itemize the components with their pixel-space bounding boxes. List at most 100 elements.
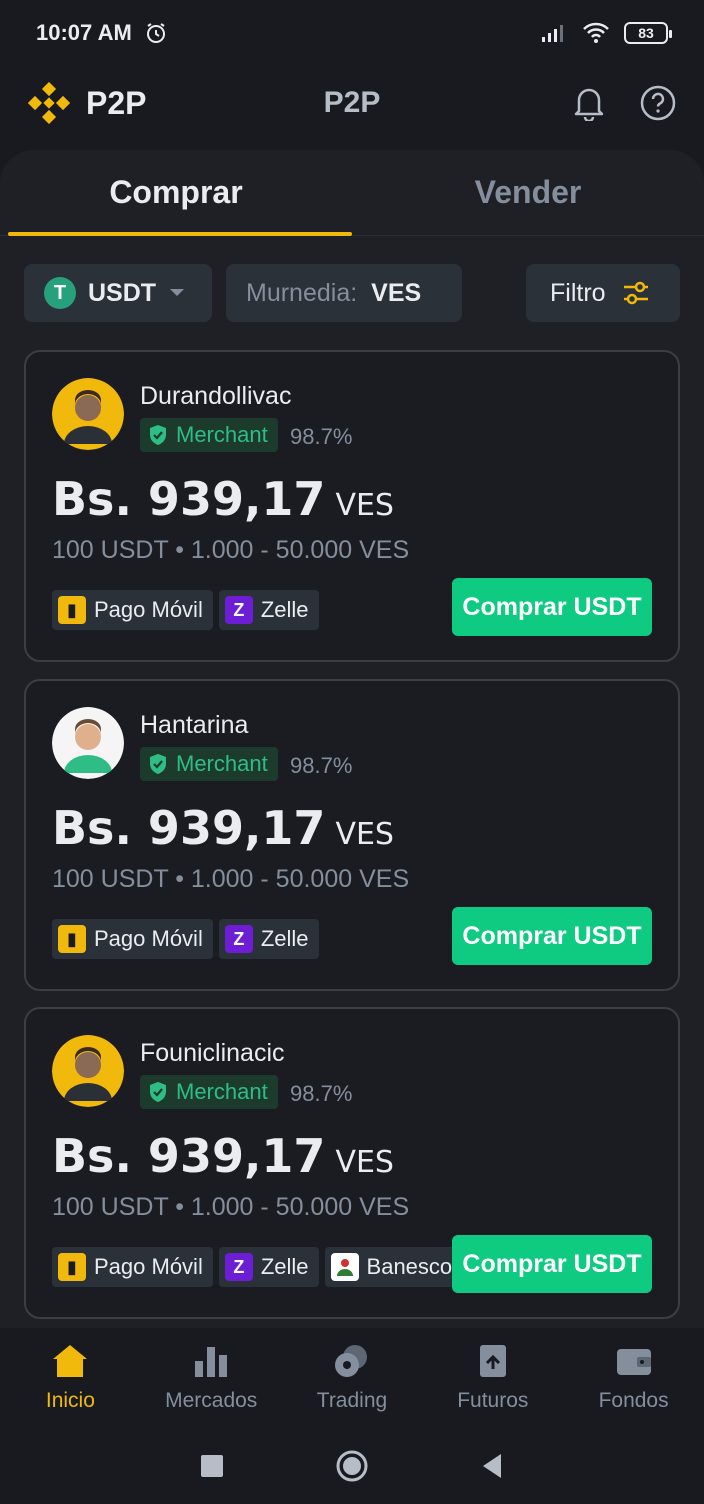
order-limits: 100 USDT • 1.000 - 50.000 VES <box>52 1193 410 1221</box>
zelle-icon: Z <box>224 596 253 624</box>
bottom-nav: Inicio Mercados Trading Futuros Fondos <box>0 1328 704 1428</box>
buy-usdt-button[interactable]: Comprar USDT <box>452 1235 652 1293</box>
payment-method-label: Pago Móvil <box>94 926 203 951</box>
payment-method-zelle: Z Zelle <box>218 1247 319 1287</box>
shield-check-icon <box>150 1082 166 1102</box>
price: Bs. 939,17 VES <box>52 801 394 855</box>
price-amount: Bs. 939,17 <box>52 801 326 855</box>
avatar <box>52 707 124 779</box>
payment-methods: ▮ Pago Móvil Z Zelle <box>52 590 319 630</box>
trading-icon <box>334 1345 367 1377</box>
merchant-badge: Merchant <box>140 418 278 452</box>
trader-name[interactable]: Durandollivac <box>140 382 291 411</box>
payment-method-label: Zelle <box>260 1254 309 1279</box>
completion-rate: 98.7% <box>290 753 353 778</box>
payment-method-label: Zelle <box>260 926 309 951</box>
payment-method-zelle: Z Zelle <box>218 919 319 959</box>
bar-chart-icon <box>195 1347 228 1377</box>
price-currency: VES <box>335 488 394 523</box>
order-limits: 100 USDT • 1.000 - 50.000 VES <box>52 536 410 564</box>
payment-method-label: Pago Móvil <box>94 597 203 622</box>
shield-check-icon <box>150 425 166 445</box>
banesco-icon <box>330 1253 359 1281</box>
tab-comprar[interactable]: Comprar <box>0 150 352 236</box>
trader-name[interactable]: Hantarina <box>140 711 248 740</box>
nav-label: Futuros <box>457 1389 529 1412</box>
battery-level: 83 <box>638 25 654 41</box>
nav-label: Trading <box>316 1389 388 1412</box>
nav-label: Fondos <box>598 1389 669 1412</box>
price-amount: Bs. 939,17 <box>52 1129 326 1183</box>
zelle-icon: Z <box>224 925 253 953</box>
zelle-icon: Z <box>224 1253 253 1281</box>
nav-item-futuros[interactable]: Futuros <box>422 1328 563 1428</box>
chevron-down-icon <box>170 289 185 296</box>
price-currency: VES <box>335 1145 394 1180</box>
filter-label: Filtro <box>550 278 606 307</box>
nav-item-mercados[interactable]: Mercados <box>141 1328 282 1428</box>
content-sheet: Comprar Vender T USDT Murnedia: VES Filt… <box>0 150 704 1328</box>
battery-indicator: 83 <box>624 22 672 44</box>
sliders-icon <box>623 281 648 305</box>
trade-tabs: Comprar Vender <box>0 150 704 236</box>
status-bar: 10:07 AM 83 <box>0 0 704 66</box>
coin-selector[interactable]: T USDT <box>24 264 212 322</box>
recents-icon[interactable] <box>199 1453 225 1479</box>
payment-method-pago-movil: ▮ Pago Móvil <box>52 1247 213 1287</box>
payment-method-label: Pago Móvil <box>94 1254 203 1279</box>
nav-item-trading[interactable]: Trading <box>282 1328 423 1428</box>
pago-movil-icon: ▮ <box>58 596 86 624</box>
wifi-icon <box>583 22 609 43</box>
help-icon[interactable] <box>640 85 676 121</box>
offer-card: Hantarina Merchant 98.7% Bs. 939,17 VES … <box>24 679 680 991</box>
completion-rate: 98.7% <box>290 1081 353 1106</box>
tab-vender[interactable]: Vender <box>352 150 704 235</box>
filter-bar: T USDT Murnedia: VES Filtro <box>24 264 680 322</box>
nav-label: Mercados <box>165 1389 258 1412</box>
pago-movil-icon: ▮ <box>58 1253 86 1281</box>
merchant-label: Merchant <box>176 751 268 776</box>
header-brand: P2P <box>86 84 147 121</box>
trader-name[interactable]: Founiclinacic <box>140 1039 285 1068</box>
system-nav-bar <box>0 1428 704 1504</box>
currency-selector[interactable]: Murnedia: VES <box>226 264 462 322</box>
payment-method-pago-movil: ▮ Pago Móvil <box>52 919 213 959</box>
merchant-label: Merchant <box>176 1079 268 1104</box>
futures-icon <box>479 1345 506 1377</box>
nav-item-fondos[interactable]: Fondos <box>563 1328 704 1428</box>
signal-icon <box>542 25 563 42</box>
status-right: 83 <box>540 22 672 44</box>
status-time: 10:07 AM <box>36 20 132 45</box>
price: Bs. 939,17 VES <box>52 1129 394 1183</box>
currency-label: Murnedia: <box>246 278 358 307</box>
alarm-icon <box>146 23 165 43</box>
payment-methods: ▮ Pago Móvil Z Zelle <box>52 919 319 959</box>
payment-methods: ▮ Pago Móvil Z Zelle Banesco <box>52 1247 463 1287</box>
buy-usdt-button[interactable]: Comprar USDT <box>452 907 652 965</box>
avatar <box>52 378 124 450</box>
buy-usdt-button[interactable]: Comprar USDT <box>452 578 652 636</box>
payment-method-banesco: Banesco <box>324 1247 463 1287</box>
payment-method-label: Banesco <box>366 1254 453 1279</box>
home-icon <box>53 1345 88 1377</box>
filter-button[interactable]: Filtro <box>526 264 680 322</box>
price: Bs. 939,17 VES <box>52 472 394 526</box>
app-header: P2P P2P <box>0 66 704 140</box>
bell-icon[interactable] <box>572 85 606 121</box>
back-icon[interactable] <box>479 1452 505 1480</box>
price-currency: VES <box>335 817 394 852</box>
offer-card: Founiclinacic Merchant 98.7% Bs. 939,17 … <box>24 1007 680 1319</box>
home-button-icon[interactable] <box>335 1449 369 1483</box>
merchant-badge: Merchant <box>140 1075 278 1109</box>
status-left: 10:07 AM <box>36 20 168 46</box>
binance-logo-icon <box>28 82 70 124</box>
order-limits: 100 USDT • 1.000 - 50.000 VES <box>52 865 410 893</box>
header-actions <box>572 85 676 121</box>
coin-label: USDT <box>88 278 157 307</box>
nav-label: Inicio <box>45 1389 95 1412</box>
nav-item-inicio[interactable]: Inicio <box>0 1328 141 1428</box>
currency-value: VES <box>371 278 422 307</box>
wallet-icon <box>616 1349 651 1375</box>
merchant-label: Merchant <box>176 422 268 447</box>
shield-check-icon <box>150 754 166 774</box>
